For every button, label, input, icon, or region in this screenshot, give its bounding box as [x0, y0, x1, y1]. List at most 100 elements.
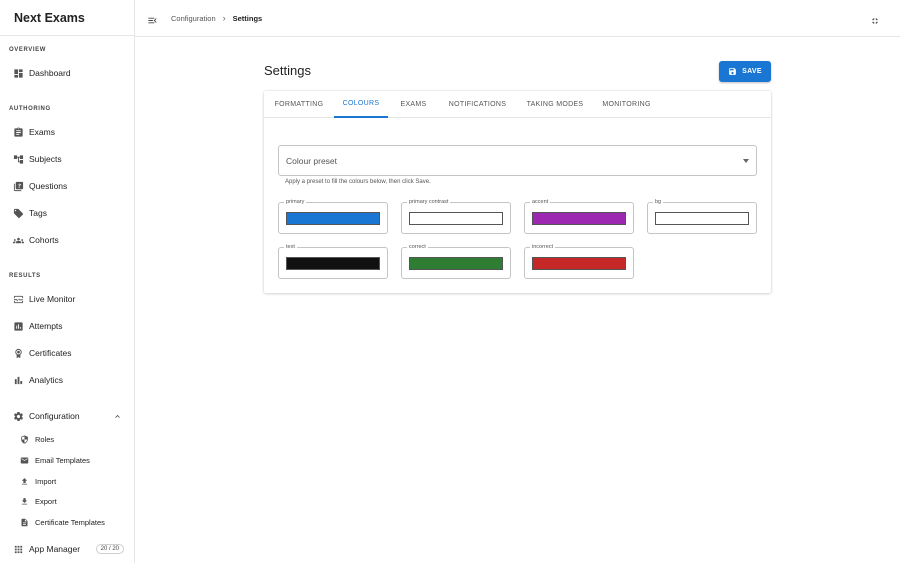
save-button-label: SAVE: [742, 68, 762, 75]
sidebar-item-dashboard[interactable]: Dashboard: [0, 62, 134, 84]
gear-icon: [13, 411, 24, 422]
sidebar-subitem-roles[interactable]: Roles: [0, 430, 134, 448]
preset-helper-text: Apply a preset to fill the colours below…: [285, 179, 431, 185]
section-overview: OVERVIEW: [9, 47, 47, 53]
tab-colours[interactable]: COLOURS: [334, 91, 388, 118]
sidebar-item-label: Configuration: [29, 411, 80, 421]
tab-monitoring[interactable]: MONITORING: [594, 91, 659, 118]
tab-formatting[interactable]: FORMATTING: [264, 91, 334, 118]
breadcrumb-current: Settings: [232, 13, 263, 23]
color-swatch[interactable]: [532, 257, 626, 270]
description-icon: [20, 518, 29, 527]
sidebar-item-label: Tags: [29, 208, 47, 218]
quiz-icon: [13, 181, 24, 192]
color-field-label: accent: [530, 199, 551, 206]
sidebar-subitem-certificate-templates[interactable]: Certificate Templates: [0, 513, 134, 531]
sidebar-item-exams[interactable]: Exams: [0, 121, 134, 143]
section-authoring: AUTHORING: [9, 106, 51, 112]
colour-preset-placeholder: Colour preset: [286, 155, 338, 166]
app-title: Next Exams: [0, 0, 134, 36]
sidebar-item-tags[interactable]: Tags: [0, 202, 134, 224]
sidebar-item-label: Dashboard: [29, 68, 71, 78]
bar-chart-icon: [13, 375, 24, 386]
mail-icon: [20, 456, 29, 465]
fullscreen-exit-icon[interactable]: [870, 13, 880, 24]
sidebar-item-label: App Manager: [29, 544, 81, 554]
color-field-label: incorrect: [530, 244, 556, 251]
sidebar-subitem-import[interactable]: Import: [0, 472, 134, 490]
sidebar-item-label: Analytics: [29, 375, 64, 385]
color-field-label: correct: [407, 244, 428, 251]
menu-open-icon[interactable]: [147, 13, 158, 24]
sidebar-item-label: Certificates: [29, 348, 72, 358]
sidebar-subitem-label: Import: [35, 476, 57, 486]
color-swatch[interactable]: [409, 257, 503, 270]
account-tree-icon: [13, 154, 24, 165]
sidebar-subitem-export[interactable]: Export: [0, 492, 134, 510]
sidebar-item-label: Subjects: [29, 154, 62, 164]
sidebar-item-live-monitor[interactable]: Live Monitor: [0, 288, 134, 310]
page-title: Settings: [264, 63, 311, 78]
color-swatch[interactable]: [532, 212, 626, 225]
color-swatch[interactable]: [655, 212, 749, 225]
sidebar-subitem-label: Certificate Templates: [35, 517, 105, 527]
color-field-label: bg: [653, 199, 664, 206]
assignment-icon: [13, 126, 24, 138]
download-icon: [20, 497, 29, 506]
sidebar-item-label: Cohorts: [29, 235, 59, 245]
sidebar-item-questions[interactable]: Questions: [0, 175, 134, 197]
color-field-bg[interactable]: bg: [647, 199, 757, 234]
color-field-label: text: [284, 244, 297, 251]
award-icon: [13, 348, 24, 359]
sidebar-item-label: Live Monitor: [29, 294, 76, 304]
color-swatch[interactable]: [286, 257, 380, 270]
sidebar-item-label: Exams: [29, 127, 55, 137]
sidebar-item-cohorts[interactable]: Cohorts: [0, 229, 134, 251]
sidebar-item-label: Questions: [29, 181, 68, 191]
save-button[interactable]: SAVE: [719, 61, 771, 82]
dashboard-icon: [13, 68, 24, 79]
sidebar-item-subjects[interactable]: Subjects: [0, 148, 134, 170]
color-field-accent[interactable]: accent: [524, 199, 634, 234]
color-swatch[interactable]: [409, 212, 503, 225]
sidebar-item-certificates[interactable]: Certificates: [0, 342, 134, 364]
sidebar-item-attempts[interactable]: Attempts: [0, 315, 134, 337]
tab-taking-modes[interactable]: TAKING MODES: [516, 91, 594, 118]
color-field-incorrect[interactable]: incorrect: [524, 244, 634, 279]
chevron-up-icon[interactable]: [113, 412, 122, 421]
dropdown-arrow-icon: [743, 159, 749, 163]
save-icon: [729, 68, 736, 75]
settings-card: FORMATTING COLOURS EXAMS NOTIFICATIONS T…: [264, 91, 771, 293]
apps-icon: [13, 544, 24, 555]
sidebar-subitem-email-templates[interactable]: Email Templates: [0, 451, 134, 469]
tag-icon: [13, 208, 24, 219]
sidebar-item-label: Attempts: [29, 321, 63, 331]
tab-notifications[interactable]: NOTIFICATIONS: [439, 91, 516, 118]
section-results: RESULTS: [9, 273, 41, 279]
monitor-heart-icon: [13, 294, 24, 305]
sidebar-item-app-manager[interactable]: App Manager 20 / 20: [0, 538, 134, 560]
assessment-icon: [13, 321, 24, 332]
color-field-primary-contrast[interactable]: primary contrast: [401, 199, 511, 234]
settings-tabs: FORMATTING COLOURS EXAMS NOTIFICATIONS T…: [264, 91, 771, 118]
colour-preset-select[interactable]: Colour preset: [278, 145, 757, 176]
color-field-primary[interactable]: primary: [278, 199, 388, 234]
sidebar-item-analytics[interactable]: Analytics: [0, 369, 134, 391]
app-manager-count-badge: 20 / 20: [95, 544, 124, 554]
sidebar: Next Exams OVERVIEW Dashboard AUTHORING …: [0, 0, 135, 563]
tab-exams[interactable]: EXAMS: [388, 91, 439, 118]
sidebar-subitem-label: Email Templates: [35, 455, 90, 465]
sidebar-subitem-label: Roles: [35, 434, 55, 444]
breadcrumb-configuration[interactable]: Configuration: [171, 14, 216, 23]
groups-icon: [13, 235, 24, 246]
color-field-label: primary: [284, 199, 307, 206]
breadcrumb-separator: ›: [222, 13, 226, 23]
color-swatch[interactable]: [286, 212, 380, 225]
sidebar-item-configuration[interactable]: Configuration: [0, 405, 134, 427]
shield-icon: [20, 434, 29, 444]
upload-icon: [20, 477, 29, 486]
color-field-text[interactable]: text: [278, 244, 388, 279]
color-field-label: primary contrast: [407, 199, 451, 206]
color-field-correct[interactable]: correct: [401, 244, 511, 279]
sidebar-subitem-label: Export: [35, 496, 57, 506]
